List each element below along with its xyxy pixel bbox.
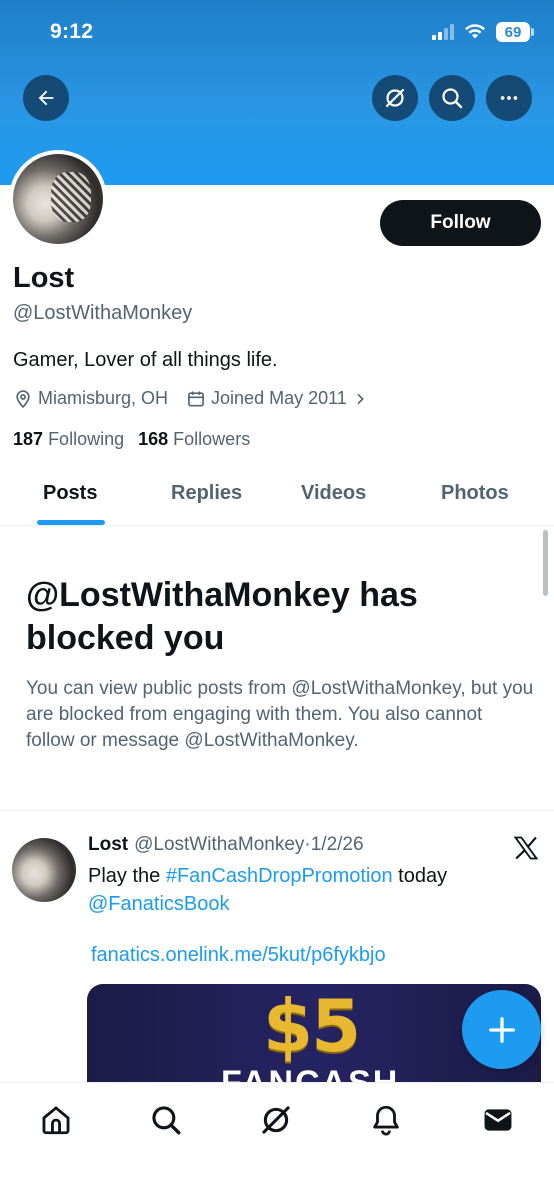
status-indicators: 69 — [432, 22, 534, 42]
tab-replies[interactable]: Replies — [171, 482, 242, 505]
plus-icon — [488, 1016, 515, 1043]
followers-link[interactable]: 168 Followers — [138, 429, 250, 450]
more-icon — [500, 96, 518, 100]
following-link[interactable]: 187 Following — [13, 429, 124, 450]
grok-icon[interactable] — [259, 1103, 293, 1137]
follow-button[interactable]: Follow — [380, 200, 541, 246]
home-icon[interactable] — [39, 1103, 73, 1137]
more-button[interactable] — [486, 75, 532, 121]
notifications-icon[interactable] — [369, 1103, 403, 1137]
search-icon[interactable] — [149, 1103, 183, 1137]
post-text-suffix: today — [392, 865, 448, 887]
post-author-name[interactable]: Lost — [88, 834, 128, 856]
post-link[interactable]: fanatics.onelink.me/5kut/p6fykbjo — [91, 944, 386, 967]
grok-button[interactable] — [372, 75, 418, 121]
signal-icon — [432, 24, 454, 40]
post-avatar[interactable] — [12, 838, 76, 902]
divider — [0, 810, 554, 811]
post-date: 1/2/26 — [310, 834, 364, 855]
status-time: 9:12 — [50, 20, 94, 43]
post-author-handle: @LostWithaMonkey — [134, 834, 305, 855]
location-label: Miamisburg, OH — [38, 388, 169, 408]
avatar-image — [13, 154, 103, 244]
location-item: Miamisburg, OH — [13, 388, 168, 409]
scrollbar[interactable] — [543, 530, 548, 596]
arrow-left-icon — [38, 90, 54, 106]
compose-button[interactable] — [462, 990, 541, 1069]
promo-amount: $5 — [263, 984, 361, 1068]
post-header: Lost @LostWithaMonkey · 1/2/26 — [88, 834, 364, 856]
battery-indicator: 69 — [496, 22, 534, 42]
display-name: Lost — [13, 262, 75, 294]
back-button[interactable] — [23, 75, 69, 121]
wifi-icon — [465, 24, 485, 39]
blocked-description: You can view public posts from @LostWith… — [26, 678, 534, 751]
joined-item[interactable]: Joined May 2011 — [186, 388, 368, 409]
tab-photos[interactable]: Photos — [441, 482, 509, 505]
post-text: Play the #FanCashDropPromotion today @Fa… — [88, 862, 528, 918]
tab-posts[interactable]: Posts — [43, 482, 97, 505]
search-icon — [442, 88, 463, 109]
blocked-title: @LostWithaMonkey has blocked you — [26, 576, 418, 657]
post-mention[interactable]: @FanaticsBook — [88, 893, 229, 915]
messages-icon[interactable] — [481, 1103, 515, 1137]
calendar-icon — [188, 391, 204, 406]
grok-icon — [385, 88, 405, 108]
post-text-prefix: Play the — [88, 865, 166, 887]
bottom-nav — [0, 1082, 554, 1200]
post-hashtag[interactable]: #FanCashDropPromotion — [166, 865, 393, 887]
search-button[interactable] — [429, 75, 475, 121]
tab-videos[interactable]: Videos — [301, 482, 366, 505]
active-tab-indicator — [37, 520, 105, 525]
profile-bio: Gamer, Lover of all things life. — [13, 349, 278, 371]
joined-label: Joined May 2011 — [211, 388, 347, 408]
location-icon — [16, 389, 30, 408]
profile-handle: @LostWithaMonkey — [13, 302, 193, 324]
x-logo-icon — [513, 836, 539, 860]
promo-subtitle: FANCASH — [221, 1064, 399, 1082]
profile-meta: Miamisburg, OH Joined May 2011 — [13, 388, 386, 409]
profile-avatar[interactable] — [9, 150, 107, 248]
profile-tabs: Posts Replies Videos Photos — [0, 470, 554, 526]
chevron-right-icon — [357, 393, 364, 404]
follow-stats: 187 Following 168 Followers — [13, 429, 250, 450]
